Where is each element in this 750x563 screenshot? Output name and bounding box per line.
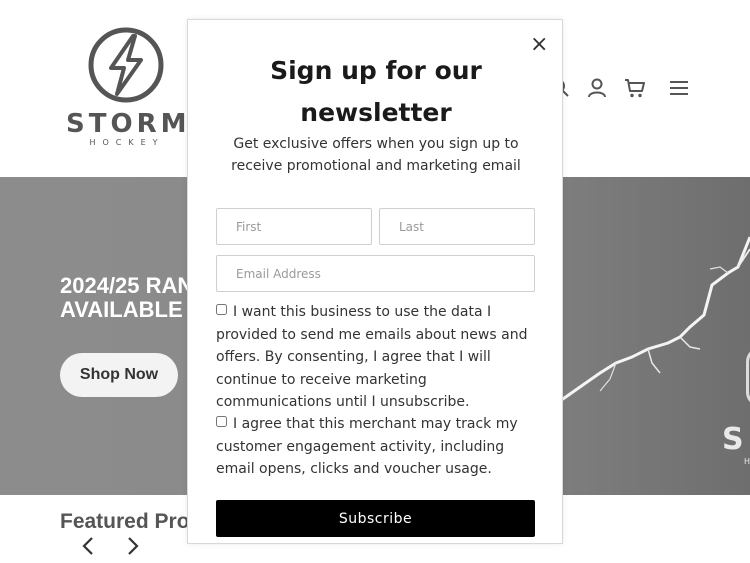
featured-products-heading: Featured Pro — [60, 510, 190, 533]
data-consent-row: I want this business to use the data I p… — [216, 301, 536, 414]
hero-logo-ring — [746, 347, 750, 407]
header-icon-bar — [548, 76, 698, 100]
newsletter-modal: × Sign up for our newsletter Get exclusi… — [187, 19, 563, 544]
hero-logo-letter: S — [722, 422, 744, 457]
hero-logo-sub: H — [744, 457, 750, 466]
data-consent-text: I want this business to use the data I p… — [216, 304, 528, 410]
account-icon[interactable] — [585, 76, 609, 100]
lightning-bolt-logo-icon — [88, 27, 164, 103]
tracking-consent-row: I agree that this merchant may track my … — [216, 413, 536, 481]
storm-hockey-logo[interactable]: STORM HOCKEY — [66, 26, 188, 148]
tracking-consent-text: I agree that this merchant may track my … — [216, 416, 518, 477]
tracking-consent-checkbox[interactable] — [216, 416, 227, 427]
data-consent-checkbox[interactable] — [216, 304, 227, 315]
first-name-field[interactable] — [216, 208, 372, 245]
modal-title: Sign up for our newsletter — [270, 56, 482, 127]
logo-wordmark: STORM — [66, 109, 191, 139]
cart-icon[interactable] — [623, 76, 647, 100]
chevron-left-icon[interactable] — [80, 536, 96, 556]
email-field[interactable] — [216, 255, 535, 292]
last-name-field[interactable] — [379, 208, 535, 245]
subscribe-button[interactable]: Subscribe — [216, 500, 535, 537]
chevron-right-icon[interactable] — [125, 536, 141, 556]
menu-icon[interactable] — [667, 76, 691, 100]
logo-tagline: HOCKEY — [89, 138, 165, 147]
lightning-bolt-image — [540, 236, 750, 417]
shop-now-button[interactable]: Shop Now — [60, 353, 178, 397]
modal-subtitle: Get exclusive offers when you sign up to… — [231, 136, 521, 174]
